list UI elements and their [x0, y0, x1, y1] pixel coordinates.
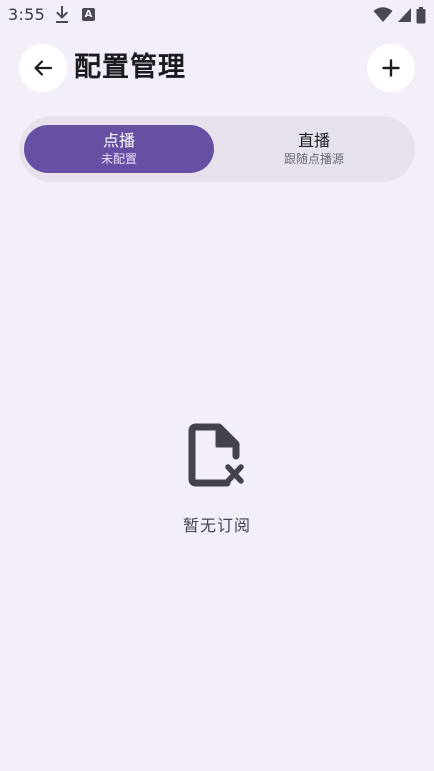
tab-live[interactable]: 直播 跟随点播源: [219, 125, 409, 173]
page-title: 配置管理: [74, 52, 186, 83]
wifi-icon: [373, 7, 393, 22]
status-time: 3:55: [8, 5, 46, 24]
empty-message: 暂无订阅: [182, 516, 251, 535]
add-button[interactable]: [367, 44, 415, 92]
status-right-icons: [373, 6, 426, 24]
tab-live-label: 直播: [297, 131, 330, 150]
plus-icon: [382, 59, 400, 77]
arrow-left-icon: [34, 60, 53, 76]
battery-icon: [416, 6, 426, 23]
status-bar: 3:55 A: [0, 0, 434, 30]
tab-live-status: 跟随点播源: [283, 152, 344, 166]
tab-vod[interactable]: 点播 未配置: [24, 125, 214, 173]
file-x-icon: [188, 423, 244, 487]
tab-vod-label: 点播: [102, 131, 135, 150]
source-segmented-control: 点播 未配置 直播 跟随点播源: [19, 116, 415, 182]
tab-vod-status: 未配置: [100, 152, 137, 166]
a-app-icon: A: [82, 8, 95, 21]
empty-state: 暂无订阅: [0, 420, 434, 536]
back-button[interactable]: [19, 44, 67, 92]
signal-icon: [398, 8, 411, 22]
download-icon: [56, 6, 68, 23]
